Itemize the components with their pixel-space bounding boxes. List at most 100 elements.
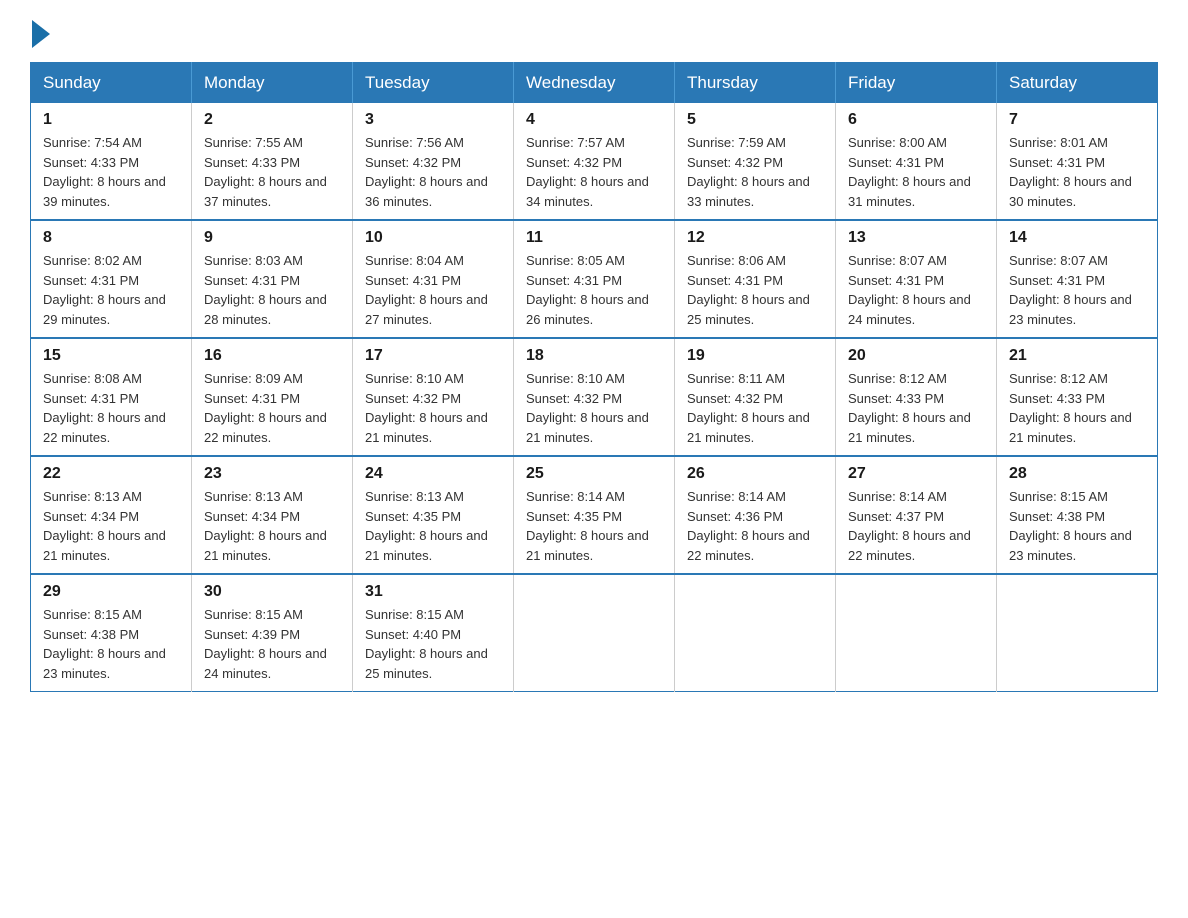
day-info: Sunrise: 8:02 AMSunset: 4:31 PMDaylight:… xyxy=(43,253,166,327)
day-number: 17 xyxy=(365,347,501,365)
day-number: 8 xyxy=(43,229,179,247)
day-number: 19 xyxy=(687,347,823,365)
day-number: 18 xyxy=(526,347,662,365)
calendar-cell: 18 Sunrise: 8:10 AMSunset: 4:32 PMDaylig… xyxy=(514,338,675,456)
day-info: Sunrise: 7:54 AMSunset: 4:33 PMDaylight:… xyxy=(43,135,166,209)
day-number: 2 xyxy=(204,111,340,129)
day-number: 25 xyxy=(526,465,662,483)
calendar-cell: 2 Sunrise: 7:55 AMSunset: 4:33 PMDayligh… xyxy=(192,103,353,220)
day-number: 9 xyxy=(204,229,340,247)
day-number: 15 xyxy=(43,347,179,365)
calendar-cell: 12 Sunrise: 8:06 AMSunset: 4:31 PMDaylig… xyxy=(675,220,836,338)
weekday-header-thursday: Thursday xyxy=(675,63,836,104)
day-info: Sunrise: 8:14 AMSunset: 4:35 PMDaylight:… xyxy=(526,489,649,563)
calendar-cell: 27 Sunrise: 8:14 AMSunset: 4:37 PMDaylig… xyxy=(836,456,997,574)
day-number: 26 xyxy=(687,465,823,483)
weekday-header-row: SundayMondayTuesdayWednesdayThursdayFrid… xyxy=(31,63,1158,104)
weekday-header-wednesday: Wednesday xyxy=(514,63,675,104)
day-info: Sunrise: 8:08 AMSunset: 4:31 PMDaylight:… xyxy=(43,371,166,445)
day-info: Sunrise: 8:14 AMSunset: 4:37 PMDaylight:… xyxy=(848,489,971,563)
calendar-week-row: 15 Sunrise: 8:08 AMSunset: 4:31 PMDaylig… xyxy=(31,338,1158,456)
calendar-cell: 23 Sunrise: 8:13 AMSunset: 4:34 PMDaylig… xyxy=(192,456,353,574)
day-number: 27 xyxy=(848,465,984,483)
day-info: Sunrise: 7:59 AMSunset: 4:32 PMDaylight:… xyxy=(687,135,810,209)
day-number: 31 xyxy=(365,583,501,601)
day-info: Sunrise: 8:14 AMSunset: 4:36 PMDaylight:… xyxy=(687,489,810,563)
day-info: Sunrise: 8:05 AMSunset: 4:31 PMDaylight:… xyxy=(526,253,649,327)
day-number: 20 xyxy=(848,347,984,365)
day-info: Sunrise: 7:57 AMSunset: 4:32 PMDaylight:… xyxy=(526,135,649,209)
day-number: 7 xyxy=(1009,111,1145,129)
day-info: Sunrise: 8:12 AMSunset: 4:33 PMDaylight:… xyxy=(848,371,971,445)
calendar-cell: 25 Sunrise: 8:14 AMSunset: 4:35 PMDaylig… xyxy=(514,456,675,574)
calendar-cell: 21 Sunrise: 8:12 AMSunset: 4:33 PMDaylig… xyxy=(997,338,1158,456)
day-info: Sunrise: 8:13 AMSunset: 4:34 PMDaylight:… xyxy=(43,489,166,563)
calendar-cell: 7 Sunrise: 8:01 AMSunset: 4:31 PMDayligh… xyxy=(997,103,1158,220)
calendar-cell: 19 Sunrise: 8:11 AMSunset: 4:32 PMDaylig… xyxy=(675,338,836,456)
calendar-cell: 13 Sunrise: 8:07 AMSunset: 4:31 PMDaylig… xyxy=(836,220,997,338)
calendar-cell: 5 Sunrise: 7:59 AMSunset: 4:32 PMDayligh… xyxy=(675,103,836,220)
day-number: 3 xyxy=(365,111,501,129)
day-number: 16 xyxy=(204,347,340,365)
calendar-cell xyxy=(997,574,1158,692)
calendar-cell: 15 Sunrise: 8:08 AMSunset: 4:31 PMDaylig… xyxy=(31,338,192,456)
calendar-cell: 14 Sunrise: 8:07 AMSunset: 4:31 PMDaylig… xyxy=(997,220,1158,338)
day-number: 24 xyxy=(365,465,501,483)
calendar-week-row: 29 Sunrise: 8:15 AMSunset: 4:38 PMDaylig… xyxy=(31,574,1158,692)
calendar-cell: 4 Sunrise: 7:57 AMSunset: 4:32 PMDayligh… xyxy=(514,103,675,220)
calendar-cell xyxy=(675,574,836,692)
day-info: Sunrise: 8:06 AMSunset: 4:31 PMDaylight:… xyxy=(687,253,810,327)
day-number: 30 xyxy=(204,583,340,601)
day-info: Sunrise: 8:15 AMSunset: 4:38 PMDaylight:… xyxy=(43,607,166,681)
day-info: Sunrise: 7:56 AMSunset: 4:32 PMDaylight:… xyxy=(365,135,488,209)
calendar-cell: 17 Sunrise: 8:10 AMSunset: 4:32 PMDaylig… xyxy=(353,338,514,456)
day-info: Sunrise: 8:13 AMSunset: 4:35 PMDaylight:… xyxy=(365,489,488,563)
day-number: 1 xyxy=(43,111,179,129)
day-number: 28 xyxy=(1009,465,1145,483)
day-info: Sunrise: 8:07 AMSunset: 4:31 PMDaylight:… xyxy=(848,253,971,327)
calendar-cell: 16 Sunrise: 8:09 AMSunset: 4:31 PMDaylig… xyxy=(192,338,353,456)
day-info: Sunrise: 8:03 AMSunset: 4:31 PMDaylight:… xyxy=(204,253,327,327)
day-number: 12 xyxy=(687,229,823,247)
day-info: Sunrise: 8:01 AMSunset: 4:31 PMDaylight:… xyxy=(1009,135,1132,209)
weekday-header-sunday: Sunday xyxy=(31,63,192,104)
day-number: 21 xyxy=(1009,347,1145,365)
day-info: Sunrise: 8:15 AMSunset: 4:38 PMDaylight:… xyxy=(1009,489,1132,563)
calendar-cell: 26 Sunrise: 8:14 AMSunset: 4:36 PMDaylig… xyxy=(675,456,836,574)
day-number: 13 xyxy=(848,229,984,247)
calendar-cell xyxy=(514,574,675,692)
page-header xyxy=(30,20,1158,42)
day-number: 11 xyxy=(526,229,662,247)
calendar-cell: 20 Sunrise: 8:12 AMSunset: 4:33 PMDaylig… xyxy=(836,338,997,456)
day-number: 10 xyxy=(365,229,501,247)
day-info: Sunrise: 8:04 AMSunset: 4:31 PMDaylight:… xyxy=(365,253,488,327)
day-info: Sunrise: 8:10 AMSunset: 4:32 PMDaylight:… xyxy=(526,371,649,445)
day-info: Sunrise: 8:15 AMSunset: 4:40 PMDaylight:… xyxy=(365,607,488,681)
logo xyxy=(30,20,52,42)
calendar-cell: 29 Sunrise: 8:15 AMSunset: 4:38 PMDaylig… xyxy=(31,574,192,692)
day-info: Sunrise: 8:10 AMSunset: 4:32 PMDaylight:… xyxy=(365,371,488,445)
weekday-header-tuesday: Tuesday xyxy=(353,63,514,104)
calendar-week-row: 1 Sunrise: 7:54 AMSunset: 4:33 PMDayligh… xyxy=(31,103,1158,220)
calendar-cell xyxy=(836,574,997,692)
calendar-cell: 3 Sunrise: 7:56 AMSunset: 4:32 PMDayligh… xyxy=(353,103,514,220)
day-info: Sunrise: 8:12 AMSunset: 4:33 PMDaylight:… xyxy=(1009,371,1132,445)
calendar-cell: 6 Sunrise: 8:00 AMSunset: 4:31 PMDayligh… xyxy=(836,103,997,220)
day-info: Sunrise: 8:09 AMSunset: 4:31 PMDaylight:… xyxy=(204,371,327,445)
day-number: 4 xyxy=(526,111,662,129)
day-info: Sunrise: 8:00 AMSunset: 4:31 PMDaylight:… xyxy=(848,135,971,209)
day-info: Sunrise: 8:11 AMSunset: 4:32 PMDaylight:… xyxy=(687,371,810,445)
day-info: Sunrise: 7:55 AMSunset: 4:33 PMDaylight:… xyxy=(204,135,327,209)
calendar-cell: 31 Sunrise: 8:15 AMSunset: 4:40 PMDaylig… xyxy=(353,574,514,692)
calendar-week-row: 22 Sunrise: 8:13 AMSunset: 4:34 PMDaylig… xyxy=(31,456,1158,574)
day-info: Sunrise: 8:07 AMSunset: 4:31 PMDaylight:… xyxy=(1009,253,1132,327)
weekday-header-friday: Friday xyxy=(836,63,997,104)
day-info: Sunrise: 8:13 AMSunset: 4:34 PMDaylight:… xyxy=(204,489,327,563)
calendar-cell: 10 Sunrise: 8:04 AMSunset: 4:31 PMDaylig… xyxy=(353,220,514,338)
calendar-table: SundayMondayTuesdayWednesdayThursdayFrid… xyxy=(30,62,1158,692)
day-number: 14 xyxy=(1009,229,1145,247)
calendar-cell: 1 Sunrise: 7:54 AMSunset: 4:33 PMDayligh… xyxy=(31,103,192,220)
day-number: 6 xyxy=(848,111,984,129)
calendar-cell: 8 Sunrise: 8:02 AMSunset: 4:31 PMDayligh… xyxy=(31,220,192,338)
calendar-cell: 22 Sunrise: 8:13 AMSunset: 4:34 PMDaylig… xyxy=(31,456,192,574)
